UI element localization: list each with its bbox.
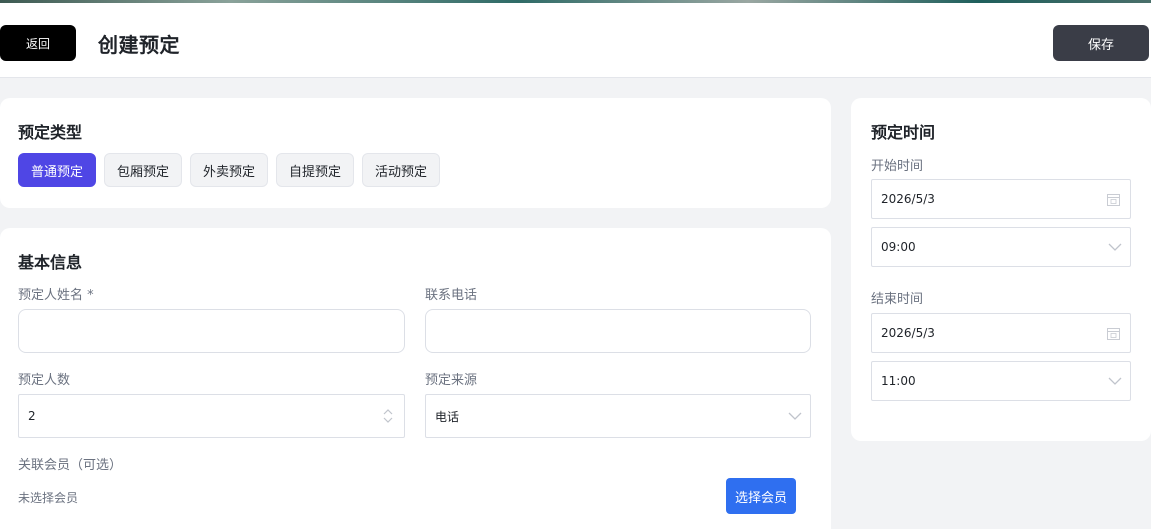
calendar-icon[interactable] — [1107, 327, 1120, 340]
guests-label: 预定人数 — [18, 373, 71, 388]
select-member-button[interactable]: 选择会员 — [726, 478, 796, 514]
start-date-input[interactable]: 2026/5/3 — [871, 179, 1131, 219]
source-select[interactable]: 电话 — [425, 394, 811, 438]
back-button[interactable]: 返回 — [0, 25, 76, 61]
chevron-down-icon — [788, 412, 802, 420]
guests-value: 2 — [28, 409, 36, 423]
start-time-value: 09:00 — [881, 240, 916, 254]
end-time-select[interactable]: 11:00 — [871, 361, 1131, 401]
end-date-input[interactable]: 2026/5/3 — [871, 313, 1131, 353]
type-option-delivery[interactable]: 外卖预定 — [190, 153, 268, 187]
phone-label: 联系电话 — [425, 288, 478, 303]
type-option-normal[interactable]: 普通预定 — [18, 153, 96, 187]
type-option-event[interactable]: 活动预定 — [362, 153, 440, 187]
source-label: 预定来源 — [425, 373, 478, 388]
end-time-value: 11:00 — [881, 374, 916, 388]
chevron-down-icon — [1108, 377, 1122, 385]
page-header: 返回 创建预定 保存 — [0, 3, 1151, 78]
number-spinner-icon[interactable] — [382, 408, 394, 424]
name-input[interactable] — [18, 309, 405, 353]
phone-input[interactable] — [425, 309, 811, 353]
name-label: 预定人姓名 * — [18, 288, 94, 303]
member-empty-text: 未选择会员 — [18, 491, 79, 505]
calendar-icon[interactable] — [1107, 193, 1120, 206]
end-date-value: 2026/5/3 — [881, 326, 935, 340]
type-option-pickup[interactable]: 自提预定 — [276, 153, 354, 187]
reservation-time-title: 预定时间 — [871, 123, 936, 142]
source-value: 电话 — [435, 409, 460, 424]
basic-info-title: 基本信息 — [18, 253, 83, 272]
start-time-select[interactable]: 09:00 — [871, 227, 1131, 267]
type-option-private-room[interactable]: 包厢预定 — [104, 153, 182, 187]
start-time-label: 开始时间 — [871, 159, 924, 174]
reservation-type-card: 预定类型 普通预定 包厢预定 外卖预定 自提预定 活动预定 — [0, 98, 831, 208]
page-title: 创建预定 — [98, 33, 180, 57]
basic-info-card: 基本信息 预定人姓名 * 联系电话 预定人数 2 预定来源 电话 关联会员（可选… — [0, 228, 831, 529]
member-label: 关联会员（可选） — [18, 458, 123, 473]
reservation-type-title: 预定类型 — [18, 123, 83, 142]
guests-number-input[interactable]: 2 — [18, 394, 405, 438]
save-button[interactable]: 保存 — [1053, 25, 1149, 61]
end-time-label: 结束时间 — [871, 292, 924, 307]
reservation-time-card: 预定时间 开始时间 2026/5/3 09:00 结束时间 2026/5/3 1… — [851, 98, 1151, 441]
start-date-value: 2026/5/3 — [881, 192, 935, 206]
chevron-down-icon — [1108, 243, 1122, 251]
